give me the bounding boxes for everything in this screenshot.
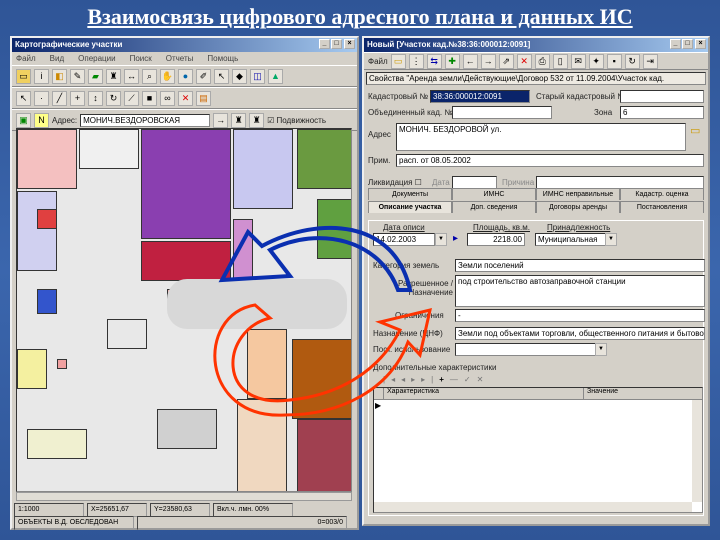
blue-arrow: [218, 225, 413, 292]
orange-arrow: [213, 303, 432, 417]
link-arrows: [213, 225, 432, 417]
